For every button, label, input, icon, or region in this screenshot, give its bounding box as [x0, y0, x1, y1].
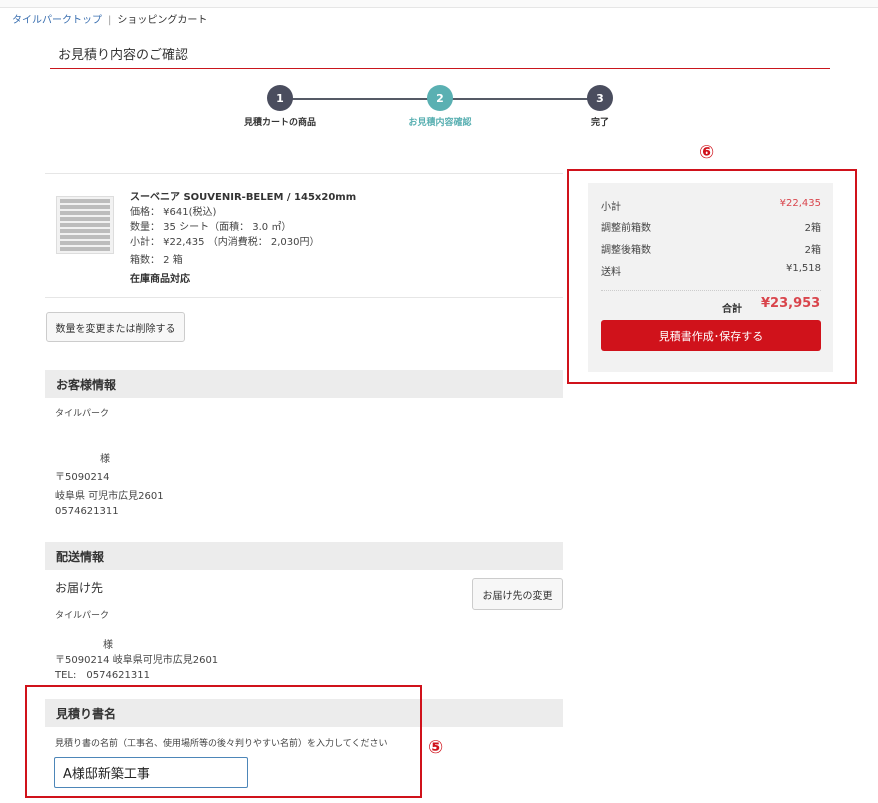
step-2-label: お見積内容確認 — [408, 118, 472, 128]
product-thumbnail — [56, 196, 114, 254]
title-divider — [50, 68, 830, 69]
customer-honorific: 様 — [100, 454, 110, 465]
step-1-label: 見積カートの商品 — [243, 118, 316, 128]
step-1-circle: 1 — [267, 85, 293, 111]
change-destination-button[interactable]: お届け先の変更 — [472, 578, 563, 610]
product-bottom-divider — [45, 297, 563, 298]
customer-company: タイルパーク — [55, 409, 110, 419]
breadcrumb: タイルパークトップ | ショッピングカート — [12, 11, 207, 26]
step-3-circle: 3 — [587, 85, 613, 111]
customer-phone: 0574621311 — [55, 506, 119, 517]
highlight-estimate-name — [25, 685, 422, 798]
shipping-info-heading: 配送情報 — [45, 542, 563, 570]
customer-address: 岐阜県 可児市広見2601 — [55, 491, 164, 502]
product-price: 価格： ¥641(税込) — [130, 207, 217, 218]
product-subtotal: 小計： ¥22,435 （内消費税： 2,030円） — [130, 237, 320, 248]
top-bar — [0, 0, 878, 8]
shipping-company: タイルパーク — [55, 611, 110, 621]
breadcrumb-separator: | — [108, 15, 112, 26]
highlight-order-summary — [567, 169, 857, 384]
annotation-marker-5: ⑤ — [428, 737, 444, 758]
step-3-label: 完了 — [590, 118, 609, 128]
breadcrumb-current: ショッピングカート — [117, 15, 208, 26]
breadcrumb-home-link[interactable]: タイルパークトップ — [12, 15, 102, 26]
step-2-circle: 2 — [427, 85, 453, 111]
page-title: お見積り内容のご確認 — [58, 48, 189, 63]
product-stock-note: 在庫商品対応 — [130, 274, 190, 285]
shipping-honorific: 様 — [103, 640, 113, 651]
shipping-destination-title: お届け先 — [55, 581, 104, 595]
product-top-divider — [45, 173, 563, 174]
product-quantity: 数量： 35 シート（面積： 3.0 ㎡） — [130, 222, 292, 233]
product-boxes: 箱数： 2 箱 — [130, 255, 183, 266]
product-name[interactable]: スーベニア SOUVENIR-BELEM / 145x20mm — [130, 188, 356, 203]
customer-postal: 〒5090214 — [55, 472, 110, 483]
customer-info-heading: お客様情報 — [45, 370, 563, 398]
change-quantity-button[interactable]: 数量を変更または削除する — [46, 312, 185, 342]
shipping-address: 〒5090214 岐阜県可児市広見2601 — [55, 655, 219, 666]
annotation-marker-6: ⑥ — [699, 142, 715, 163]
shipping-phone: TEL: 0574621311 — [55, 670, 150, 681]
